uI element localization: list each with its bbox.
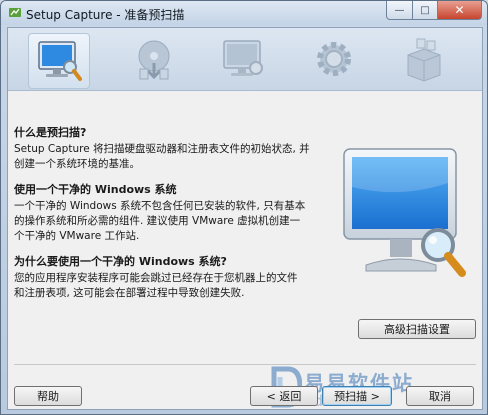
button-divider — [14, 364, 476, 365]
section-line: 和注册表项, 这可能会在部署过程中导致创建失败. — [14, 287, 245, 299]
section-line: Setup Capture 将扫描硬盘驱动器和注册表文件的初始状态, 并 — [14, 143, 310, 155]
section-clean-windows: 使用一个干净的 Windows 系统 一个干净的 Windows 系统不包含任何… — [14, 181, 329, 244]
app-icon — [9, 8, 21, 17]
disc-download-icon — [138, 40, 170, 80]
section-line: 创建一个系统环境的基准。 — [14, 158, 140, 170]
step-banner — [8, 28, 482, 91]
section-line: 个干净的 VMware 工作站. — [14, 230, 140, 242]
step-prescan — [28, 33, 90, 89]
close-button[interactable]: ✕ — [438, 1, 482, 20]
section-heading: 为什么要使用一个干净的 Windows 系统? — [14, 255, 227, 268]
section-body: Setup Capture 将扫描硬盘驱动器和注册表文件的初始状态, 并 创建一… — [14, 142, 329, 172]
section-why-clean: 为什么要使用一个干净的 Windows 系统? 您的应用程序安装程序可能会跳过已… — [14, 253, 329, 301]
maximize-icon: □ — [420, 4, 430, 16]
back-button[interactable]: < 返回 — [250, 386, 318, 406]
section-body: 一个干净的 Windows 系统不包含任何已安装的软件, 只有基本 的操作系统和… — [14, 199, 329, 244]
cancel-button[interactable]: 取消 — [406, 386, 474, 406]
package-box-icon — [407, 38, 441, 82]
minimize-icon: — — [394, 4, 405, 16]
wizard-client-area: 什么是预扫描? Setup Capture 将扫描硬盘驱动器和注册表文件的初始状… — [7, 27, 483, 410]
section-what-is-prescan: 什么是预扫描? Setup Capture 将扫描硬盘驱动器和注册表文件的初始状… — [14, 124, 329, 172]
monitor-capture-icon — [223, 40, 263, 76]
help-button[interactable]: 帮助 — [14, 386, 82, 406]
monitor-magnifier-icon — [38, 41, 82, 81]
step-configure — [304, 33, 364, 87]
gear-icon — [317, 42, 351, 76]
minimize-button[interactable]: — — [386, 1, 413, 20]
window-title: Setup Capture - 准备预扫描 — [26, 8, 185, 22]
monitor-magnifier-icon — [343, 148, 466, 277]
section-line: 的操作系统和所必需的组件. 建议使用 VMware 虚拟机创建一 — [14, 215, 301, 227]
section-heading: 使用一个干净的 Windows 系统 — [14, 183, 177, 196]
step-build — [394, 33, 454, 87]
section-line: 您的应用程序安装程序可能会跳过已经存在于您机器上的文件 — [14, 272, 298, 284]
prescan-button[interactable]: 预扫描 > — [322, 386, 392, 406]
maximize-button[interactable]: □ — [413, 1, 438, 20]
advanced-scan-settings-button[interactable]: 高级扫描设置 — [358, 319, 476, 339]
close-icon: ✕ — [454, 3, 465, 17]
section-heading: 什么是预扫描? — [14, 126, 87, 139]
step-postscan — [214, 33, 274, 87]
section-body: 您的应用程序安装程序可能会跳过已经存在于您机器上的文件 和注册表项, 这可能会在… — [14, 271, 329, 301]
title-bar[interactable]: Setup Capture - 准备预扫描 — □ ✕ — [1, 1, 487, 25]
wizard-content: 什么是预扫描? Setup Capture 将扫描硬盘驱动器和注册表文件的初始状… — [8, 91, 482, 410]
window-controls: — □ ✕ — [386, 1, 482, 20]
step-install — [124, 33, 184, 87]
setup-capture-window: Setup Capture - 准备预扫描 — □ ✕ 什么是预扫描? Setu… — [0, 0, 488, 415]
section-line: 一个干净的 Windows 系统不包含任何已安装的软件, 只有基本 — [14, 200, 306, 212]
